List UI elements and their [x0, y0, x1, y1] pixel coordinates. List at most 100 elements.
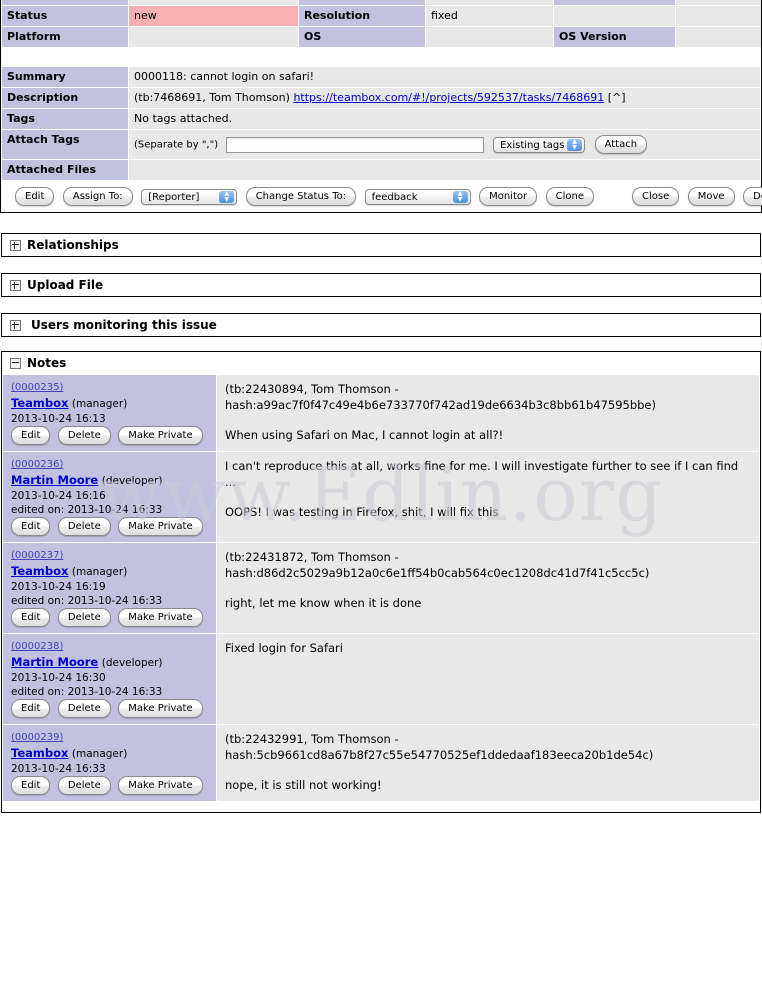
- attr-label-status: Status: [1, 5, 129, 27]
- tags-value: No tags attached.: [128, 108, 761, 130]
- note-actions: Edit Delete Make Private: [11, 699, 207, 718]
- section-title-notes: Notes: [27, 356, 67, 370]
- note-id-link[interactable]: (0000238): [11, 640, 210, 654]
- note-edit-button[interactable]: Edit: [11, 608, 51, 627]
- note-row: (0000239) Teambox (manager) 2013-10-24 1…: [2, 724, 760, 802]
- section-relationships[interactable]: Relationships: [1, 233, 761, 257]
- note-date: 2013-10-24 16:16: [11, 490, 106, 502]
- attr-label-resolution: Resolution: [298, 5, 426, 27]
- note-edited: edited on: 2013-10-24 16:33: [11, 504, 163, 516]
- assign-to-select-value: [Reporter]: [148, 191, 200, 203]
- move-button[interactable]: Move: [687, 187, 735, 206]
- spacer: [0, 297, 762, 313]
- note-edit-button[interactable]: Edit: [11, 699, 51, 718]
- section-title-relationships: Relationships: [27, 238, 119, 252]
- description-link[interactable]: https://teambox.com/#!/projects/592537/t…: [293, 91, 604, 104]
- section-upload-file[interactable]: Upload File: [1, 273, 761, 297]
- assign-to-button[interactable]: Assign To:: [62, 187, 133, 206]
- close-button[interactable]: Close: [631, 187, 680, 206]
- note-edit-button[interactable]: Edit: [11, 517, 51, 536]
- note-make-private-button[interactable]: Make Private: [118, 776, 203, 795]
- note-row: (0000237) Teambox (manager) 2013-10-24 1…: [2, 542, 760, 634]
- assign-to-select[interactable]: [Reporter] ▲ ▼: [141, 188, 238, 205]
- monitor-button[interactable]: Monitor: [479, 187, 538, 206]
- note-row: (0000236) Martin Moore (developer) 2013-…: [2, 451, 760, 543]
- note-id-link[interactable]: (0000239): [11, 731, 210, 745]
- issue-action-bar: Edit Assign To: [Reporter] ▲ ▼ Change Sta…: [1, 181, 762, 212]
- attr-value-blank-1: [675, 5, 761, 27]
- note-delete-button[interactable]: Delete: [57, 608, 111, 627]
- clone-button[interactable]: Clone: [545, 187, 594, 206]
- note-body-line-2: ...: [225, 475, 236, 489]
- note-author-role: (developer): [101, 657, 163, 669]
- note-row: (0000235) Teambox (manager) 2013-10-24 1…: [2, 374, 760, 452]
- tags-label: Tags: [1, 108, 129, 130]
- section-users-monitoring[interactable]: Users monitoring this issue: [1, 313, 761, 337]
- existing-tags-select[interactable]: Existing tags ▲ ▼: [493, 136, 586, 153]
- note-edit-button[interactable]: Edit: [11, 776, 51, 795]
- collapse-icon[interactable]: [10, 357, 21, 369]
- note-id-link[interactable]: (0000236): [11, 458, 210, 472]
- expand-icon[interactable]: [10, 239, 21, 251]
- delete-button[interactable]: Delete: [743, 187, 762, 206]
- attr-label-blank-1: [553, 5, 676, 27]
- attach-tags-input[interactable]: [225, 136, 484, 153]
- note-make-private-button[interactable]: Make Private: [118, 699, 203, 718]
- note-delete-button[interactable]: Delete: [57, 426, 111, 445]
- spacer: [0, 337, 762, 351]
- change-status-select-value: feedback: [371, 191, 418, 203]
- note-delete-button[interactable]: Delete: [57, 776, 111, 795]
- note-author-role: (manager): [71, 748, 128, 760]
- note-make-private-button[interactable]: Make Private: [118, 608, 203, 627]
- section-title-users-monitoring: Users monitoring this issue: [31, 318, 217, 332]
- note-author-role: (developer): [101, 475, 163, 487]
- note-date: 2013-10-24 16:30: [11, 672, 106, 684]
- note-body-line-1: Fixed login for Safari: [225, 641, 343, 655]
- note-meta: (0000239) Teambox (manager) 2013-10-24 1…: [2, 724, 217, 802]
- table-row-summary: Summary 0000118: cannot login on safari!: [1, 66, 761, 88]
- note-delete-button[interactable]: Delete: [57, 517, 111, 536]
- note-author[interactable]: Teambox: [11, 396, 68, 410]
- note-body: Fixed login for Safari: [216, 633, 760, 725]
- attach-button[interactable]: Attach: [594, 135, 648, 154]
- note-author-role: (manager): [71, 398, 128, 410]
- note-actions: Edit Delete Make Private: [11, 426, 207, 445]
- notes-header[interactable]: Notes: [2, 352, 760, 374]
- note-author[interactable]: Martin Moore: [11, 655, 98, 669]
- note-edited: edited on: 2013-10-24 16:33: [11, 686, 163, 698]
- note-date: 2013-10-24 16:19: [11, 581, 106, 593]
- attach-tags-controls: (Separate by ",") Existing tags ▲ ▼ Attac…: [128, 129, 761, 160]
- attr-value-os: [425, 26, 554, 48]
- edit-button[interactable]: Edit: [15, 187, 55, 206]
- note-author[interactable]: Teambox: [11, 746, 68, 760]
- expand-icon[interactable]: [10, 279, 21, 291]
- note-author[interactable]: Martin Moore: [11, 473, 98, 487]
- description-value: (tb:7468691, Tom Thomson) https://teambo…: [128, 87, 761, 109]
- expand-icon[interactable]: [10, 319, 21, 331]
- attached-files-value: [128, 159, 761, 181]
- note-delete-button[interactable]: Delete: [57, 699, 111, 718]
- spacer: [0, 213, 762, 233]
- change-status-to-button[interactable]: Change Status To:: [245, 187, 357, 206]
- note-row: (0000238) Martin Moore (developer) 2013-…: [2, 633, 760, 725]
- note-body: (tb:22431872, Tom Thomson - hash:d86d2c5…: [216, 542, 760, 634]
- note-date: 2013-10-24 16:33: [11, 763, 106, 775]
- summary-value: 0000118: cannot login on safari!: [128, 66, 761, 88]
- note-date: 2013-10-24 16:13: [11, 413, 106, 425]
- note-make-private-button[interactable]: Make Private: [118, 426, 203, 445]
- note-body-line-1: (tb:22430894, Tom Thomson -: [225, 382, 399, 396]
- note-meta: (0000236) Martin Moore (developer) 2013-…: [2, 451, 217, 543]
- note-id-link[interactable]: (0000237): [11, 549, 210, 563]
- attached-files-label: Attached Files: [1, 159, 129, 181]
- attr-value-os-version: [675, 26, 761, 48]
- issue-summary-table: Summary 0000118: cannot login on safari!…: [0, 66, 762, 213]
- note-author[interactable]: Teambox: [11, 564, 68, 578]
- note-body: (tb:22430894, Tom Thomson - hash:a99ac7f…: [216, 374, 760, 452]
- note-make-private-button[interactable]: Make Private: [118, 517, 203, 536]
- change-status-select[interactable]: feedback ▲ ▼: [364, 188, 471, 205]
- note-id-link[interactable]: (0000235): [11, 381, 210, 395]
- note-edit-button[interactable]: Edit: [11, 426, 51, 445]
- issue-attributes-table: Priority normal Severity minor Reproduci…: [0, 0, 762, 66]
- description-prefix: (tb:7468691, Tom Thomson): [134, 91, 294, 104]
- note-edited: edited on: 2013-10-24 16:33: [11, 595, 163, 607]
